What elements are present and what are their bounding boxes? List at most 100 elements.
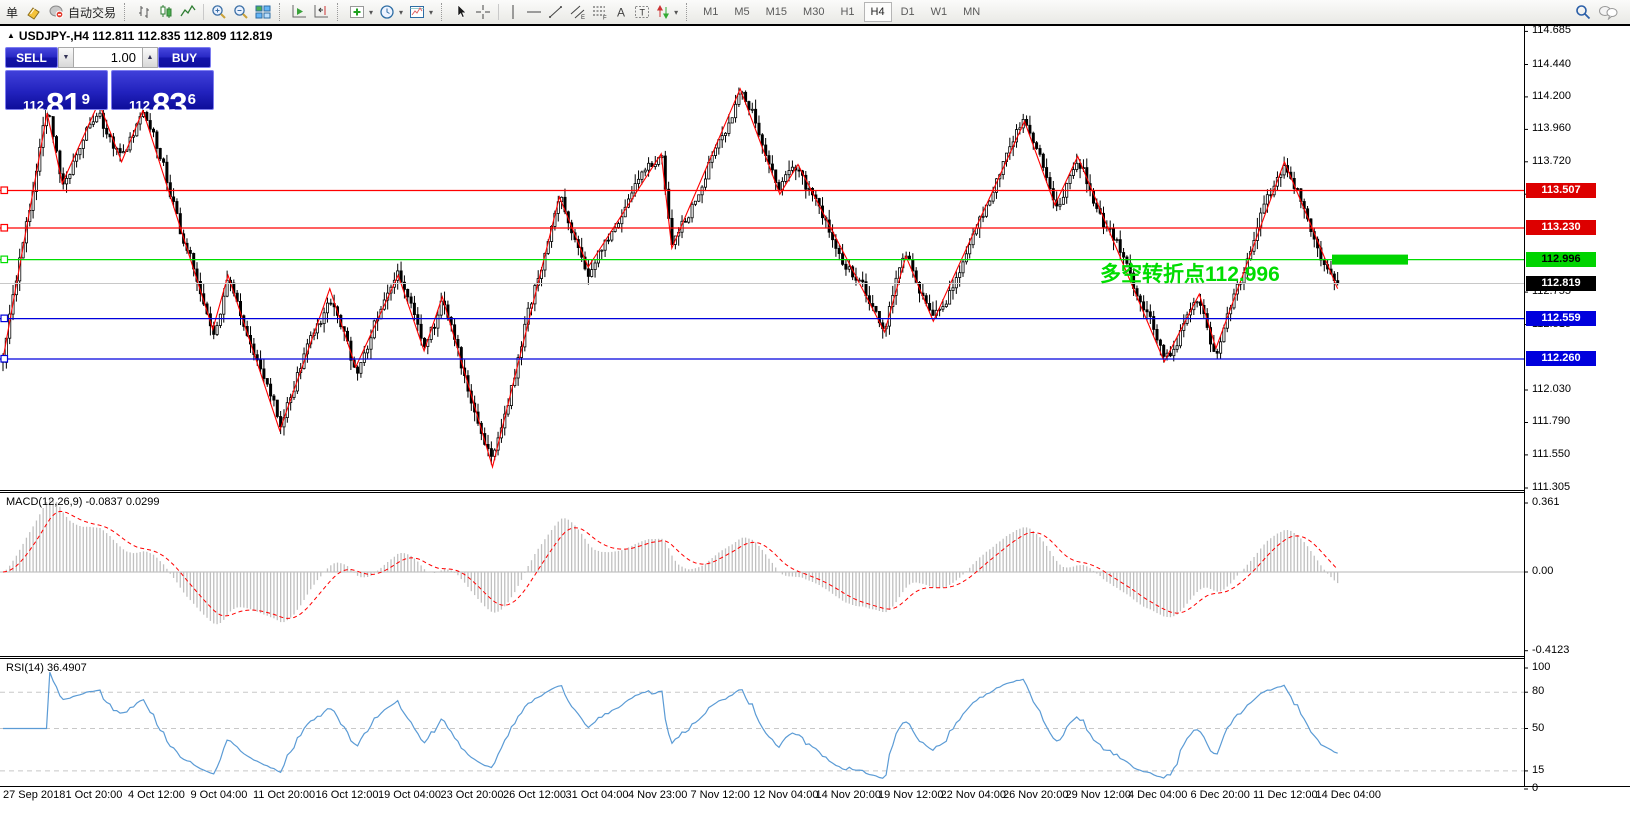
vertical-line-button[interactable]: [503, 1, 523, 23]
timeframe-button-m30[interactable]: M30: [796, 2, 831, 22]
price-label-112.559: 112.559: [1526, 311, 1596, 326]
buy-button[interactable]: BUY: [158, 47, 211, 68]
crosshair-button[interactable]: [472, 1, 494, 23]
chat-button[interactable]: [1595, 1, 1622, 23]
trendline-button[interactable]: [545, 1, 567, 23]
equidistant-channel-button[interactable]: E: [567, 1, 589, 23]
highlight-box: [1332, 255, 1408, 265]
time-axis-label: 11 Dec 12:00: [1253, 789, 1318, 801]
toolbar-separator: [498, 4, 499, 20]
indicators-button[interactable]: ▾: [346, 1, 376, 23]
rsi-axis-tick: 80: [1532, 685, 1544, 697]
toolbar-grip[interactable]: [124, 3, 128, 21]
volume-input[interactable]: [74, 47, 142, 68]
chevron-down-icon: ▾: [399, 8, 403, 17]
horizontal-line-button[interactable]: [523, 1, 545, 23]
arrows-button[interactable]: ▾: [653, 1, 681, 23]
order-button[interactable]: 单: [2, 1, 22, 23]
bar-chart-icon: [136, 4, 152, 20]
timeframe-button-m1[interactable]: M1: [696, 2, 725, 22]
time-axis: 27 Sep 20181 Oct 20:004 Oct 12:009 Oct 0…: [0, 789, 1630, 813]
price-axis-tick: 111.550: [1532, 448, 1570, 460]
fibonacci-button[interactable]: F: [589, 1, 611, 23]
bar-chart-button[interactable]: [133, 1, 155, 23]
toolbar-grip[interactable]: [279, 3, 283, 21]
arrows-icon: [656, 4, 670, 20]
time-axis-label: 19 Nov 12:00: [878, 789, 943, 801]
toolbar-grip[interactable]: [441, 3, 445, 21]
sell-price-prefix: 112: [23, 98, 44, 113]
trendline-icon: [548, 4, 564, 20]
collapse-triangle-icon[interactable]: ▲: [7, 31, 15, 40]
time-axis-label: 29 Nov 12:00: [1066, 789, 1131, 801]
tile-windows-button[interactable]: [252, 1, 274, 23]
search-button[interactable]: [1572, 1, 1595, 23]
time-axis-label: 22 Nov 04:00: [941, 789, 1006, 801]
time-axis-label: 23 Oct 20:00: [441, 789, 504, 801]
sell-price-big: 81: [46, 86, 81, 124]
crosshair-icon: [475, 4, 491, 20]
timeframe-button-m5[interactable]: M5: [727, 2, 756, 22]
price-axis-tick: 111.305: [1532, 481, 1570, 493]
pane-borders: [0, 24, 1630, 787]
time-axis-label: 7 Nov 12:00: [691, 789, 750, 801]
text-label-button[interactable]: T: [631, 1, 653, 23]
svg-text:T: T: [640, 8, 646, 18]
timeframe-button-h4[interactable]: H4: [864, 2, 892, 22]
chart-canvas[interactable]: [0, 0, 1630, 813]
autotrade-icon: [48, 4, 65, 20]
price-axis-tick: 113.960: [1532, 122, 1571, 134]
order-book-icon: [25, 4, 42, 20]
buy-price-display[interactable]: 112836: [111, 70, 214, 110]
buy-price-sup: 6: [188, 91, 196, 108]
chevron-down-icon: ▾: [369, 8, 373, 17]
time-axis-label: 26 Oct 12:00: [503, 789, 566, 801]
autotrade-button[interactable]: 自动交易: [45, 1, 119, 23]
line-chart-icon: [180, 4, 196, 20]
sell-price-sup: 9: [82, 91, 90, 108]
sell-button[interactable]: SELL: [5, 47, 58, 68]
chart-shift-icon: [313, 4, 329, 20]
one-click-trading-panel: SELL ▼ ▲ BUY 112819 112836: [5, 47, 214, 110]
chart-shift-button[interactable]: [310, 1, 332, 23]
clock-icon: [379, 4, 395, 20]
timeframe-button-d1[interactable]: D1: [894, 2, 922, 22]
auto-scroll-icon: [291, 4, 307, 20]
chart-title: ▲USDJPY-,H4 112.811 112.835 112.809 112.…: [7, 29, 272, 43]
auto-scroll-button[interactable]: [288, 1, 310, 23]
fibonacci-icon: F: [592, 4, 608, 20]
timeframe-button-mn[interactable]: MN: [956, 2, 987, 22]
buy-price-prefix: 112: [129, 98, 150, 113]
periods-button[interactable]: ▾: [376, 1, 406, 23]
volume-decrease-button[interactable]: ▼: [58, 47, 74, 68]
price-label-113.507: 113.507: [1526, 183, 1596, 198]
trade-panel-prices: 112819 112836: [5, 70, 214, 110]
rsi-axis-tick: 100: [1532, 661, 1550, 673]
cursor-button[interactable]: [450, 1, 472, 23]
line-chart-button[interactable]: [177, 1, 199, 23]
horizontal-line-icon: [526, 4, 542, 20]
sell-price-display[interactable]: 112819: [5, 70, 108, 110]
time-axis-label: 19 Oct 04:00: [378, 789, 441, 801]
templates-button[interactable]: ▾: [406, 1, 436, 23]
timeframe-button-w1[interactable]: W1: [924, 2, 955, 22]
zoom-in-button[interactable]: [208, 1, 230, 23]
time-axis-label: 11 Oct 20:00: [253, 789, 315, 801]
toolbar-grip[interactable]: [337, 3, 341, 21]
text-button[interactable]: A: [611, 1, 631, 23]
timeframe-button-m15[interactable]: M15: [759, 2, 794, 22]
price-label-112.819: 112.819: [1526, 276, 1596, 291]
macd-axis-tick: 0.361: [1532, 496, 1560, 508]
price-label-112.260: 112.260: [1526, 351, 1596, 366]
zoom-out-button[interactable]: [230, 1, 252, 23]
toolbar-grip[interactable]: [686, 3, 690, 21]
autotrade-label: 自动交易: [68, 4, 116, 21]
chat-icon: [1598, 4, 1619, 20]
volume-increase-button[interactable]: ▲: [142, 47, 158, 68]
timeframe-button-h1[interactable]: H1: [833, 2, 861, 22]
rsi-line: [3, 672, 1338, 778]
new-order-book-button[interactable]: [22, 1, 45, 23]
main-toolbar: 单 自动交易 ▾ ▾ ▾: [0, 0, 1630, 24]
search-icon: [1575, 4, 1592, 21]
candlestick-chart-button[interactable]: [155, 1, 177, 23]
